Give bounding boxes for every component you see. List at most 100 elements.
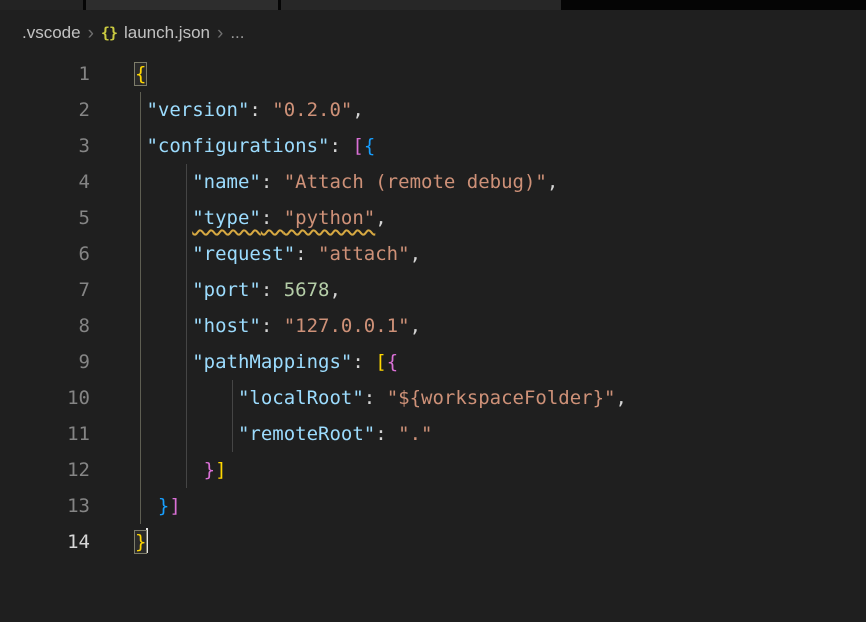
breadcrumb-file[interactable]: launch.json [124, 23, 210, 43]
code-token [135, 243, 192, 265]
line-number[interactable]: 14 [0, 524, 90, 560]
code-token: , [410, 243, 421, 265]
code-token: "name" [192, 171, 261, 193]
code-token: "remoteRoot" [238, 423, 375, 445]
line-number[interactable]: 13 [0, 488, 90, 524]
line-number[interactable]: 3 [0, 128, 90, 164]
code-token: , [615, 387, 626, 409]
line-number[interactable]: 9 [0, 344, 90, 380]
code-token: "0.2.0" [272, 99, 352, 121]
code-token: } [135, 531, 146, 553]
code-token: , [352, 99, 363, 121]
code-token [135, 459, 204, 481]
tab-bar-strip [0, 0, 866, 10]
chevron-right-icon: › [88, 24, 94, 43]
code-line: 3 "configurations": [{ [0, 128, 866, 164]
code-text[interactable]: "configurations": [{ [90, 128, 375, 164]
code-text[interactable]: "localRoot": "${workspaceFolder}", [90, 380, 627, 416]
code-token: "Attach (remote debug)" [284, 171, 547, 193]
line-number[interactable]: 8 [0, 308, 90, 344]
line-number[interactable]: 2 [0, 92, 90, 128]
code-token: } [158, 495, 169, 517]
code-token: "type" [192, 207, 261, 229]
line-number[interactable]: 7 [0, 272, 90, 308]
code-token: : [352, 351, 375, 373]
code-token: : [261, 315, 284, 337]
code-line: 5 "type": "python", [0, 200, 866, 236]
code-editor: 1{2 "version": "0.2.0",3 "configurations… [0, 56, 866, 560]
code-token: { [364, 135, 375, 157]
code-line: 8 "host": "127.0.0.1", [0, 308, 866, 344]
code-line: 2 "version": "0.2.0", [0, 92, 866, 128]
code-token [135, 495, 158, 517]
code-token: : [295, 243, 318, 265]
code-line: 11 "remoteRoot": "." [0, 416, 866, 452]
line-number[interactable]: 6 [0, 236, 90, 272]
code-text[interactable]: "remoteRoot": "." [90, 416, 432, 452]
code-line: 14} [0, 524, 866, 560]
code-token: "attach" [318, 243, 410, 265]
code-token: : [261, 207, 284, 229]
indent-guide [186, 164, 187, 488]
line-number[interactable]: 1 [0, 56, 90, 92]
code-token: , [330, 279, 341, 301]
tab-remnant[interactable] [0, 0, 83, 10]
code-token: "port" [192, 279, 261, 301]
code-line: 10 "localRoot": "${workspaceFolder}", [0, 380, 866, 416]
code-text[interactable]: "name": "Attach (remote debug)", [90, 164, 558, 200]
code-token [135, 279, 192, 301]
code-token: "configurations" [146, 135, 329, 157]
code-token: ] [169, 495, 180, 517]
code-token: "${workspaceFolder}" [387, 387, 616, 409]
line-number[interactable]: 4 [0, 164, 90, 200]
line-number[interactable]: 5 [0, 200, 90, 236]
code-token: , [410, 315, 421, 337]
code-text[interactable]: "port": 5678, [90, 272, 341, 308]
json-file-icon: {} [101, 24, 117, 42]
line-number[interactable]: 12 [0, 452, 90, 488]
code-token: : [329, 135, 352, 157]
code-text[interactable]: "type": "python", [90, 200, 387, 236]
tab-remnant[interactable] [281, 0, 561, 10]
code-text[interactable]: }] [90, 452, 227, 488]
vscode-editor-window: .vscode › {} launch.json › ... 1{2 "vers… [0, 0, 866, 622]
code-token [135, 207, 192, 229]
code-text[interactable]: "version": "0.2.0", [90, 92, 364, 128]
breadcrumb-symbols-ellipsis[interactable]: ... [230, 23, 244, 43]
code-token: "host" [192, 315, 261, 337]
code-token: ] [215, 459, 226, 481]
code-token: : [261, 279, 284, 301]
code-line: 6 "request": "attach", [0, 236, 866, 272]
code-line: 4 "name": "Attach (remote debug)", [0, 164, 866, 200]
code-token: 5678 [284, 279, 330, 301]
code-token: } [204, 459, 215, 481]
code-lines: 1{2 "version": "0.2.0",3 "configurations… [0, 56, 866, 560]
code-token: "." [398, 423, 432, 445]
code-line: 12 }] [0, 452, 866, 488]
line-number[interactable]: 10 [0, 380, 90, 416]
indent-guide [140, 92, 141, 524]
code-token: , [375, 207, 386, 229]
code-token: [ [375, 351, 386, 373]
code-token: : [249, 99, 272, 121]
code-token: : [375, 423, 398, 445]
code-text[interactable]: { [90, 56, 146, 92]
breadcrumb: .vscode › {} launch.json › ... [0, 10, 866, 56]
chevron-right-icon: › [217, 24, 223, 43]
line-number[interactable]: 11 [0, 416, 90, 452]
code-token: "127.0.0.1" [284, 315, 410, 337]
code-text[interactable]: }] [90, 488, 181, 524]
code-text[interactable]: "pathMappings": [{ [90, 344, 398, 380]
code-token: : [364, 387, 387, 409]
code-line: 9 "pathMappings": [{ [0, 344, 866, 380]
breadcrumb-folder[interactable]: .vscode [22, 23, 81, 43]
code-token: , [547, 171, 558, 193]
code-token: "localRoot" [238, 387, 364, 409]
code-token [135, 351, 192, 373]
code-line: 1{ [0, 56, 866, 92]
code-token: : [261, 171, 284, 193]
code-token [135, 315, 192, 337]
code-line: 7 "port": 5678, [0, 272, 866, 308]
code-text[interactable]: } [90, 524, 148, 560]
tab-remnant[interactable] [86, 0, 278, 10]
